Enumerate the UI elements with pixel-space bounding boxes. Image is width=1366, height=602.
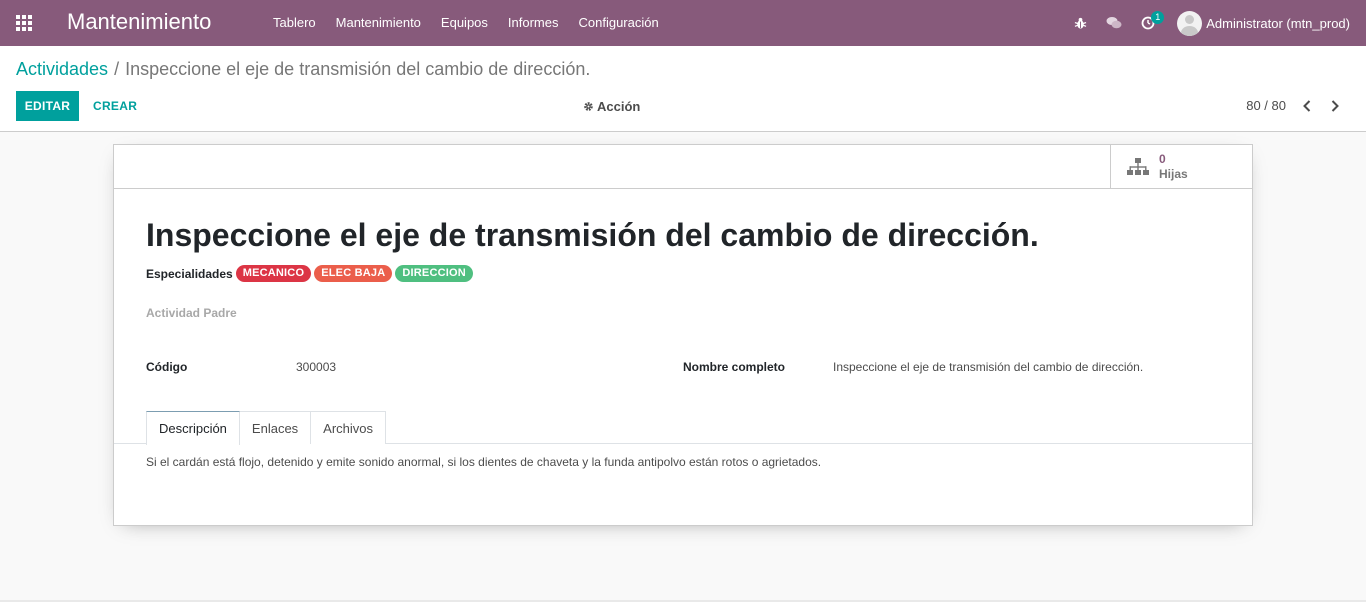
stat-value: 0 (1159, 151, 1166, 166)
top-navbar: Mantenimiento Tablero Mantenimiento Equi… (0, 0, 1366, 46)
breadcrumb-separator: / (114, 59, 120, 79)
description-text: Si el cardán está flojo, detenido y emit… (146, 455, 822, 469)
menu-item-informes[interactable]: Informes (498, 0, 569, 46)
fullname-label: Nombre completo (683, 360, 786, 374)
pager-value[interactable]: 80 / 80 (1246, 98, 1286, 113)
main-menu: Tablero Mantenimiento Equipos Informes C… (263, 0, 669, 46)
tab-enlaces[interactable]: Enlaces (238, 411, 312, 444)
specialties-field: Especialidades MECANICO ELEC BAJA DIRECC… (146, 265, 473, 282)
tag-elec-baja: ELEC BAJA (314, 265, 393, 282)
button-box: 0 Hijas (114, 145, 1252, 189)
gear-icon (584, 102, 593, 111)
form-sheet: 0 Hijas Inspeccione el eje de transmisió… (113, 144, 1253, 526)
tab-archivos[interactable]: Archivos (310, 411, 387, 444)
edit-button[interactable]: EDITAR (16, 91, 79, 121)
breadcrumb-current: Inspeccione el eje de transmisión del ca… (125, 59, 591, 79)
breadcrumb: Actividades / Inspeccione el eje de transm… (16, 59, 590, 80)
menu-item-configuracion[interactable]: Configuración (568, 0, 668, 46)
children-stat-button[interactable]: 0 Hijas (1110, 145, 1252, 188)
menu-item-equipos[interactable]: Equipos (431, 0, 498, 46)
breadcrumb-parent-link[interactable]: Actividades (16, 59, 108, 79)
chevron-left-icon (1303, 100, 1311, 112)
chevron-right-icon (1331, 100, 1339, 112)
debug-bug-icon[interactable] (1063, 0, 1097, 46)
messages-chat-icon[interactable] (1097, 0, 1131, 46)
code-value: 300003 (296, 360, 337, 374)
code-label: Código (146, 360, 188, 374)
stat-label: Hijas (1159, 166, 1188, 181)
pager-previous-button[interactable] (1297, 96, 1317, 116)
user-menu[interactable]: Administrator (mtn_prod) (1177, 10, 1350, 36)
activity-count-badge: 1 (1151, 11, 1165, 24)
action-label: Acción (597, 99, 641, 114)
avatar (1177, 10, 1203, 36)
create-button[interactable]: CREAR (85, 91, 145, 121)
sitemap-icon (1127, 157, 1149, 175)
menu-item-tablero[interactable]: Tablero (263, 0, 326, 46)
user-name: Administrator (mtn_prod) (1206, 15, 1350, 31)
notebook-tabs: Descripción Enlaces Archivos (146, 411, 387, 445)
tag-mecanico: MECANICO (235, 265, 312, 282)
parent-activity-label: Actividad Padre (146, 306, 237, 320)
fullname-value: Inspeccione el eje de transmisión del ca… (833, 360, 1144, 374)
action-dropdown[interactable]: Acción (583, 99, 640, 114)
apps-menu-icon[interactable] (16, 15, 34, 31)
pager-next-button[interactable] (1325, 96, 1345, 116)
control-panel: Actividades / Inspeccione el eje de transm… (0, 46, 1366, 132)
systray: 1 Administrator (mtn_prod) (1063, 0, 1366, 46)
record-title: Inspeccione el eje de transmisión del ca… (146, 217, 1039, 253)
specialties-label: Especialidades (146, 266, 233, 281)
app-brand[interactable]: Mantenimiento (67, 9, 211, 35)
tab-descripcion[interactable]: Descripción (146, 411, 240, 445)
tag-direccion: DIRECCION (395, 265, 473, 282)
menu-item-mantenimiento[interactable]: Mantenimiento (326, 0, 431, 46)
activity-clock-icon[interactable]: 1 (1131, 0, 1165, 46)
